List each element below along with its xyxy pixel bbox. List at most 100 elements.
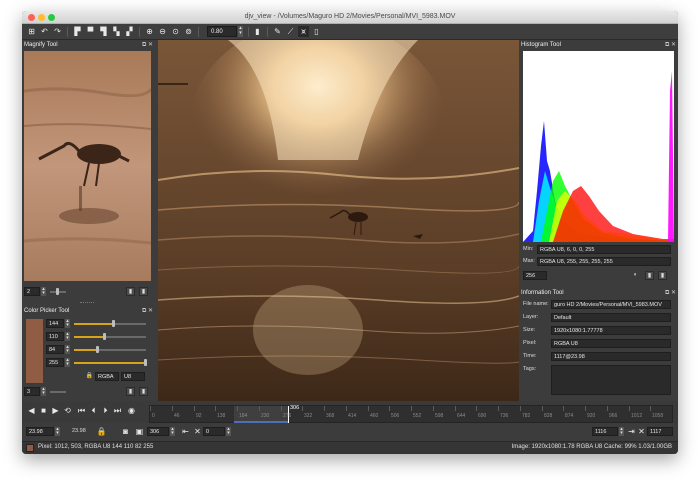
end-frame-stepper[interactable]: ▴ ▾	[619, 427, 624, 436]
picker-settings-button[interactable]: ▮	[139, 387, 148, 396]
hist-lock-button[interactable]: ▮	[645, 271, 654, 280]
channel-stepper[interactable]: ▴ ▾	[65, 319, 70, 328]
channel-stepper[interactable]: ▴ ▾	[65, 332, 70, 341]
panel-splitter[interactable]	[80, 302, 94, 303]
app-window: djv_view - /Volumes/Maguro HD 2/Movies/P…	[22, 11, 678, 454]
step-stepper[interactable]: ▴ ▾	[226, 427, 231, 436]
magnify-zoom-input[interactable]: 2	[24, 287, 40, 296]
channel-slider-knob[interactable]	[96, 346, 99, 353]
channel-value-input[interactable]: 110	[46, 332, 64, 341]
info-value: 1117@23.98	[551, 352, 671, 361]
timeline-tick	[585, 406, 586, 411]
layout-icon[interactable]: ⊞	[26, 26, 37, 37]
frame-slider[interactable]: 306 0 46 92 138 184 230 276 322 368 414 460 506 552 5…	[149, 405, 673, 423]
rotate-right-icon[interactable]: ↷	[52, 26, 63, 37]
type-select[interactable]: U8	[121, 372, 145, 381]
magnify-slider-knob[interactable]	[56, 288, 59, 295]
channel-value-input[interactable]: 84	[46, 345, 64, 354]
hist-settings-button[interactable]: ▮	[658, 271, 667, 280]
channel-value-input[interactable]: 255	[46, 358, 64, 367]
go-start-icon[interactable]: ⇤	[180, 426, 191, 437]
title-bar: djv_view - /Volumes/Maguro HD 2/Movies/P…	[22, 11, 678, 24]
clear-out-icon[interactable]: ✕	[636, 426, 647, 437]
channel-slider-knob[interactable]	[103, 333, 106, 340]
panel-controls-icon[interactable]: ⧉ ✕	[665, 288, 676, 298]
end-frame-input[interactable]: 1116	[592, 427, 618, 436]
channel-slider-knob[interactable]	[144, 359, 147, 366]
zoom-reset-icon[interactable]: ⊙	[170, 26, 181, 37]
speed-lock-icon[interactable]: 🔒	[96, 426, 107, 437]
timeline-tick-label: 920	[587, 413, 596, 419]
info-icon[interactable]: ▯	[311, 26, 322, 37]
stop-icon[interactable]: ■	[38, 405, 49, 416]
frame-input[interactable]: 306	[147, 427, 169, 436]
channel-slider-knob[interactable]	[112, 320, 115, 327]
record-icon[interactable]: ▣	[134, 426, 145, 437]
panel-controls-icon[interactable]: ⧉ ✕	[142, 40, 153, 50]
end-frame-icon[interactable]: ⏭	[112, 405, 123, 416]
zoom-stepper[interactable]: ▴ ▾	[238, 26, 243, 37]
panel-controls-icon[interactable]: ⧉ ✕	[142, 306, 153, 316]
channel-stepper[interactable]: ▴ ▾	[65, 358, 70, 367]
status-bar: Pixel: 1012, 503, RGBA U8 144 110 82 255…	[22, 441, 678, 454]
timeline-tick	[629, 406, 630, 411]
main-toolbar: ⊞ ↶ ↷ ▛ ▀ ▜ ▚ ▞ ⊕ ⊖ ⊙ ⊚ 0.80 ▴ ▾ ▮ ✎ ⟋ ⩙ …	[22, 24, 678, 40]
lock-icon[interactable]: 🔒	[85, 372, 94, 381]
zoom-fit-icon[interactable]: ⊚	[183, 26, 194, 37]
line-icon[interactable]: ⟋	[285, 26, 296, 37]
timeline-tick-label: 644	[457, 413, 466, 419]
timeline[interactable]: ◀ ■ ▶ ⟲ ⏮ ⏴ ⏵ ⏭ ◉ 306 0 46 92 138 184 230 276 3…	[22, 401, 678, 423]
align-top-left-icon[interactable]: ▛	[72, 26, 83, 37]
camera-icon[interactable]: ◙	[120, 426, 131, 437]
play-icon[interactable]: ▶	[50, 405, 61, 416]
channel-slider-fill	[74, 362, 146, 364]
histogram-icon[interactable]: ⩙	[298, 26, 309, 37]
information-panel: Information Tool ⧉ ✕ File name: guro HD 2…	[519, 288, 678, 401]
play-reverse-icon[interactable]: ◀	[26, 405, 37, 416]
timeline-tick-label: 736	[500, 413, 509, 419]
frame-stepper[interactable]: ▴ ▾	[170, 427, 175, 436]
magnify-lock-button[interactable]: ▮	[126, 287, 135, 296]
channel-stepper[interactable]: ▴ ▾	[65, 345, 70, 354]
timeline-tick	[368, 406, 369, 411]
hist-bins-select[interactable]: 256	[523, 271, 547, 280]
timeline-tick	[476, 406, 477, 411]
start-frame-icon[interactable]: ⏮	[76, 405, 87, 416]
picker-size-input[interactable]: 3	[24, 387, 40, 396]
magnify-settings-button[interactable]: ▮	[139, 287, 148, 296]
format-select[interactable]: RGBA	[95, 372, 119, 381]
frame-icon[interactable]: ▞	[124, 26, 135, 37]
mark-icon[interactable]: ✕	[192, 426, 203, 437]
current-frame-label: 306	[290, 405, 300, 411]
step-input[interactable]: 0	[203, 427, 225, 436]
rotate-left-icon[interactable]: ↶	[39, 26, 50, 37]
channel-value-input[interactable]: 144	[46, 319, 64, 328]
shuttle-icon[interactable]: ◉	[126, 405, 137, 416]
timeline-tick-label: 368	[326, 413, 335, 419]
hist-color-icon[interactable]: ◐	[631, 271, 640, 280]
speed-input[interactable]: 23.98	[26, 427, 54, 436]
fit-icon[interactable]: ▚	[111, 26, 122, 37]
color-picker-icon[interactable]: ✎	[272, 26, 283, 37]
zoom-in-icon[interactable]: ⊕	[144, 26, 155, 37]
panel-controls-icon[interactable]: ⧉ ✕	[665, 40, 676, 50]
timeline-tick	[563, 406, 564, 411]
magnify-view[interactable]	[24, 51, 151, 281]
timeline-tick	[607, 406, 608, 411]
fullscreen-icon[interactable]: ▮	[252, 26, 263, 37]
prev-frame-icon[interactable]: ⏴	[88, 405, 99, 416]
loop-icon[interactable]: ⟲	[62, 405, 73, 416]
next-frame-icon[interactable]: ⏵	[100, 405, 111, 416]
zoom-input[interactable]: 0.80	[207, 26, 237, 37]
image-viewer[interactable]	[158, 40, 519, 401]
align-top-icon[interactable]: ▀	[85, 26, 96, 37]
picker-size-slider[interactable]	[50, 391, 66, 393]
align-top-right-icon[interactable]: ▜	[98, 26, 109, 37]
picker-lock-button[interactable]: ▮	[126, 387, 135, 396]
picker-size-stepper[interactable]: ▴ ▾	[41, 387, 46, 396]
magnify-zoom-stepper[interactable]: ▴ ▾	[41, 287, 46, 296]
histogram-panel: Histogram Tool ⧉ ✕ Min: RGBA U8, 6, 0, 0…	[519, 40, 678, 288]
speed-stepper[interactable]: ▴ ▾	[55, 427, 60, 436]
zoom-out-icon[interactable]: ⊖	[157, 26, 168, 37]
timeline-tick-label: 598	[435, 413, 444, 419]
